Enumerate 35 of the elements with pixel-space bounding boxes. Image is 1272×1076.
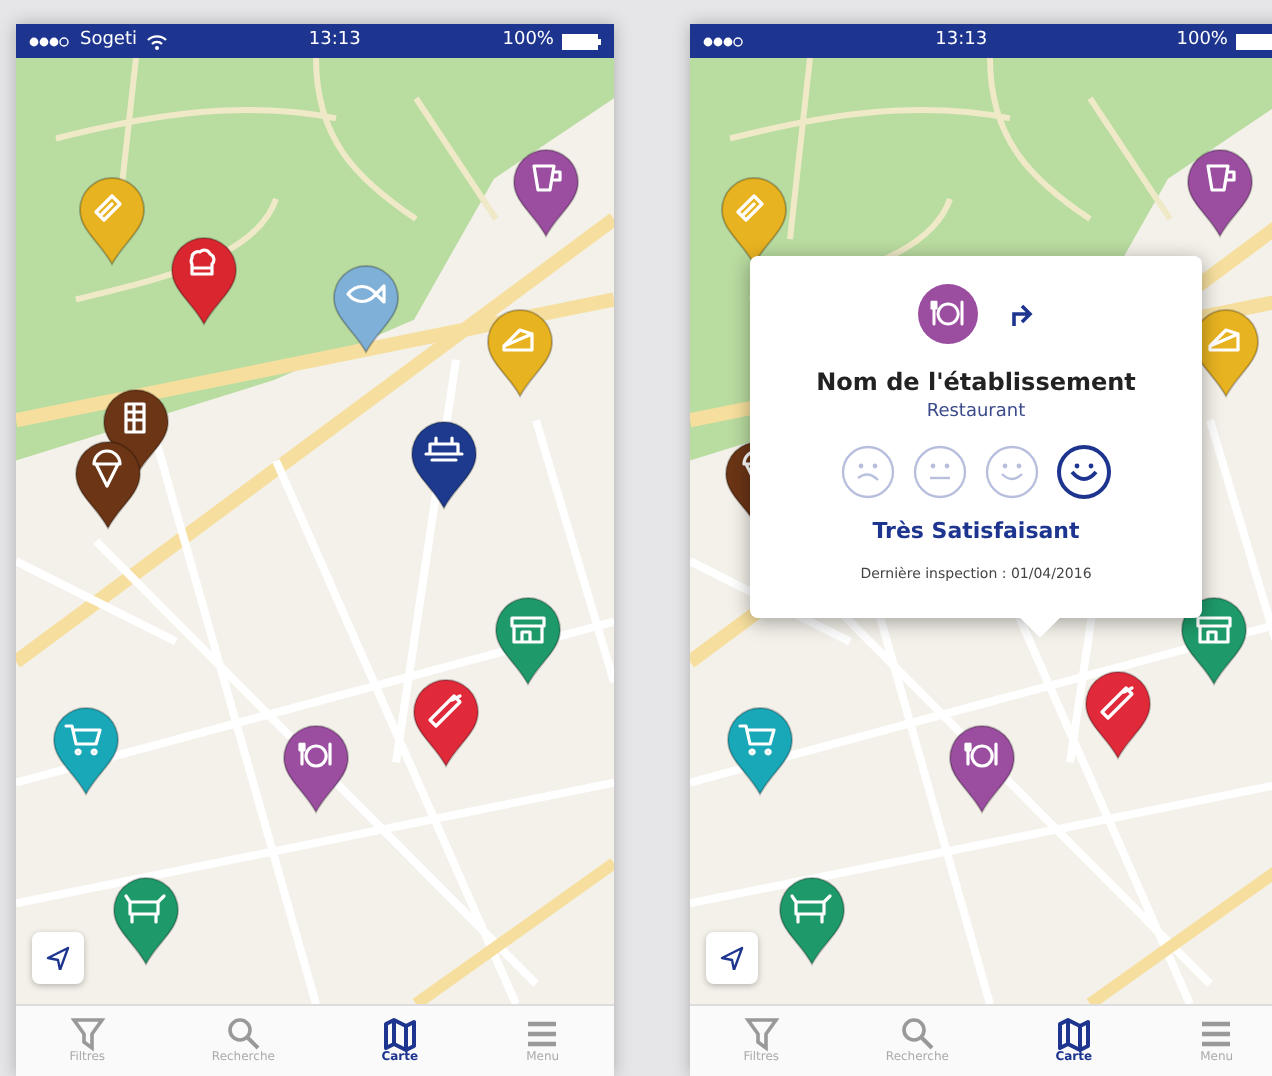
establishment-category: Restaurant (924, 400, 1028, 426)
plate-icon (918, 284, 978, 344)
battery-level: 100% (502, 27, 554, 54)
map-pin-icon[interactable] (72, 438, 144, 530)
map-pin-icon[interactable] (280, 722, 352, 814)
locate-button[interactable] (32, 932, 84, 984)
map-pin-icon[interactable] (168, 234, 240, 326)
smiley-button[interactable] (1056, 443, 1112, 499)
battery-icon (561, 33, 602, 49)
location-arrow-icon (46, 946, 70, 970)
wifi-icon (145, 33, 167, 49)
folded-map-icon (1055, 1016, 1092, 1053)
map-pin-icon[interactable] (1082, 668, 1154, 760)
rating-label: Très Satisfaisant (870, 515, 1082, 547)
signal-icon (702, 35, 746, 47)
map-pin-icon[interactable] (408, 418, 480, 510)
map-pin-icon[interactable] (946, 722, 1018, 814)
status-time: 13:13 (308, 27, 361, 54)
map-pin-icon[interactable] (510, 146, 582, 238)
search-icon (225, 1016, 262, 1053)
location-arrow-icon (720, 946, 744, 970)
battery-icon (1235, 33, 1272, 49)
filter-icon (743, 1016, 780, 1053)
share-arrow-icon[interactable] (1010, 302, 1034, 326)
battery-level: 100% (1176, 27, 1228, 54)
search-icon (899, 1016, 936, 1053)
map-pin-icon[interactable] (1184, 146, 1256, 238)
folded-map-icon (381, 1016, 418, 1053)
map-pin-icon[interactable] (410, 676, 482, 768)
carrier-name: Sogeti (80, 27, 137, 54)
filter-icon (69, 1016, 106, 1053)
signal-icon (28, 35, 72, 47)
locate-button[interactable] (706, 932, 758, 984)
status-time: 13:13 (935, 27, 988, 54)
establishment-name: Nom de l'établissement (814, 366, 1138, 400)
